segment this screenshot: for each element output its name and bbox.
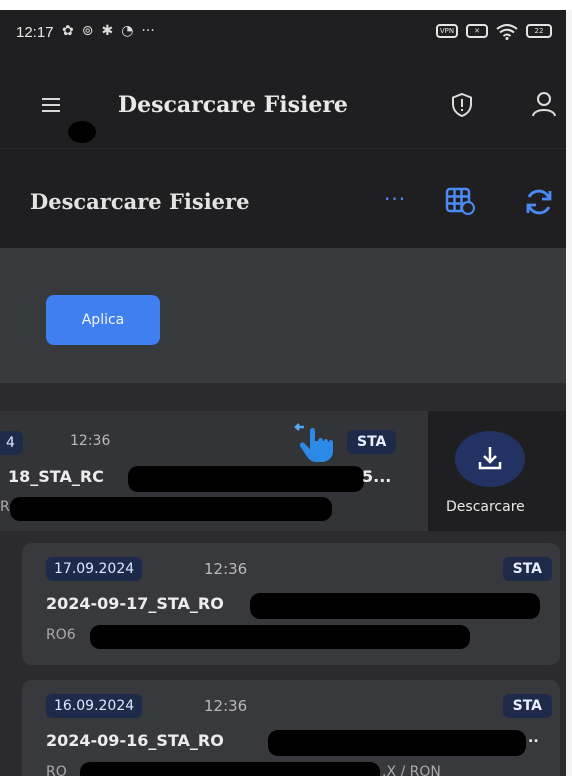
notification-icons: ✿ ⊚ ✱ ◔ ··· (62, 23, 155, 39)
download-label: Descarcare (446, 499, 525, 515)
redaction (128, 466, 364, 492)
file-name: 2024-09-17_STA_RO (46, 594, 224, 613)
file-name: 18_STA_RC (8, 467, 104, 486)
redaction (250, 593, 540, 619)
screen-edge (566, 10, 572, 776)
gear-icon: ✱ (101, 23, 114, 39)
file-card[interactable]: 16.09.2024 12:36 STA 2024-09-16_STA_RO .… (22, 680, 560, 776)
download-icon (478, 447, 502, 470)
redaction (68, 121, 96, 143)
file-row-content[interactable]: 4 12:36 STA 18_STA_RC 5... R (0, 411, 428, 531)
file-time: 12:36 (70, 433, 111, 449)
page-header: Descarcare Fisiere ··· (0, 148, 566, 249)
redaction (90, 625, 470, 649)
swipe-hand-icon (294, 423, 333, 462)
redaction (268, 730, 526, 756)
redaction (10, 497, 332, 521)
file-date: 17.09.2024 (46, 557, 143, 581)
user-icon[interactable] (531, 90, 557, 118)
status-time: 12:17 (16, 24, 54, 41)
more-notifications: ··· (141, 23, 155, 39)
x-icon: ✕ (466, 24, 488, 38)
file-date: 4 (0, 431, 23, 455)
phone-screen: 12:17 ✿ ⊚ ✱ ◔ ··· VPN ✕ 22 Descarcare Fi… (0, 10, 572, 776)
status-bar: 12:17 ✿ ⊚ ✱ ◔ ··· VPN ✕ 22 (0, 10, 566, 58)
page-title: Descarcare Fisiere (30, 189, 250, 214)
settings-icon: ✿ (62, 23, 74, 39)
shield-icon[interactable] (450, 92, 474, 118)
grid-settings-icon[interactable] (445, 187, 475, 215)
cloud-icon: ⊚ (81, 23, 94, 39)
wifi-icon (496, 24, 518, 40)
file-row-swiped[interactable]: 4 12:36 STA 18_STA_RC 5... R Descarcare (0, 411, 566, 531)
more-options-icon[interactable]: ··· (384, 187, 406, 211)
file-type-badge: STA (502, 694, 552, 718)
system-icons: VPN ✕ 22 (436, 24, 552, 40)
menu-icon[interactable] (42, 98, 60, 112)
file-time: 12:36 (204, 697, 248, 715)
refresh-icon[interactable] (524, 187, 554, 217)
battery-icon: 22 (526, 24, 552, 38)
file-account-tail: .X / RON (382, 764, 441, 776)
file-name-tail: .. (528, 730, 539, 746)
app-title: Descarcare Fisiere (118, 92, 348, 118)
chat-icon: ◔ (121, 23, 134, 39)
file-date: 16.09.2024 (46, 694, 143, 718)
file-account: RO (46, 764, 67, 776)
vpn-icon: VPN (436, 24, 458, 38)
file-time: 12:36 (204, 560, 248, 578)
file-type-badge: STA (347, 430, 397, 454)
file-type-badge: STA (502, 557, 552, 581)
download-action[interactable]: Descarcare (428, 411, 566, 531)
list-spacer (0, 383, 566, 411)
file-account: R (0, 499, 10, 515)
apply-button[interactable]: Aplica (46, 295, 160, 345)
file-name: 2024-09-16_STA_RO (46, 731, 224, 750)
app-bar: Descarcare Fisiere (0, 58, 566, 148)
file-name-tail: 5... (362, 467, 392, 486)
redaction (80, 762, 380, 776)
filter-panel: Aplica (0, 248, 566, 383)
download-button[interactable] (455, 431, 525, 487)
file-card[interactable]: 17.09.2024 12:36 STA 2024-09-17_STA_RO R… (22, 543, 560, 665)
file-account: RO6 (46, 627, 76, 643)
